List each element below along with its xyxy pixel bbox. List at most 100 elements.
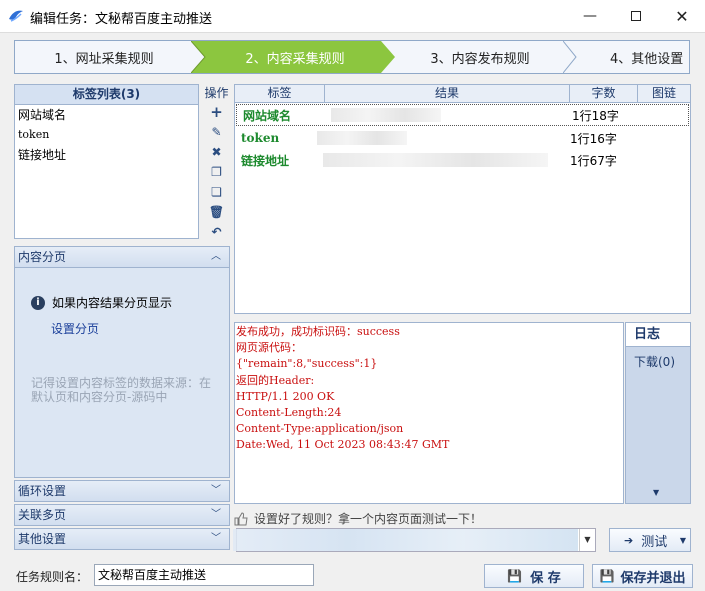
window-title: 编辑任务：文秘帮百度主动推送 [30, 12, 213, 27]
chevron-down-icon[interactable]: ▼ [579, 529, 595, 551]
row-count: 1行16字 [570, 131, 617, 146]
table-row[interactable]: 链接地址 1行67字 [235, 149, 690, 171]
test-button-label: 测试 [641, 534, 668, 550]
log-line: {"remain":8,"success":1} [236, 357, 378, 371]
tab-step-4[interactable]: 4、其他设置 [578, 41, 689, 73]
section-multi-page[interactable]: 关联多页 ﹀ [14, 504, 230, 526]
row-tag: 网站域名 [243, 108, 292, 123]
delete-tag-button[interactable]: ✖ [203, 142, 230, 162]
tab-log[interactable]: 日志 [626, 323, 690, 347]
add-tag-button[interactable]: + [203, 102, 230, 122]
table-row[interactable]: token 1行16字 [235, 127, 690, 149]
title-bar: 编辑任务：文秘帮百度主动推送 — ✕ [0, 0, 705, 32]
save-icon: 💾 [507, 569, 523, 583]
row-count: 1行67字 [570, 153, 617, 168]
operations-toolbar: 操作 + ✎ ✖ ❐ ❏ 🗑 ↶ [203, 84, 230, 239]
save-icon: 💾 [599, 569, 615, 583]
paste-icon: ❏ [211, 185, 222, 199]
step-separator-icon [563, 41, 577, 73]
tab-step-3[interactable]: 3、内容发布规则 [396, 41, 564, 73]
pencil-icon: ✎ [211, 125, 222, 139]
section-pagination-label: 内容分页 [18, 250, 67, 264]
test-tip-text: 设置好了规则？拿一个内容页面测试一下！ [254, 512, 483, 526]
download-list-item[interactable]: 下载(0) [626, 353, 690, 370]
pagination-hint: 记得设置内容标签的数据来源：在默认页和内容分页-源码中 [31, 376, 212, 404]
task-name-label: 任务规则名： [16, 570, 89, 584]
test-url-redacted [233, 529, 578, 551]
tag-item[interactable]: 链接地址 [15, 145, 198, 165]
paste-tag-button[interactable]: ❏ [203, 182, 230, 202]
row-tag: 链接地址 [241, 153, 290, 168]
row-result-redacted [323, 151, 570, 169]
set-pagination-link[interactable]: 设置分页 [51, 320, 99, 337]
step-tabs: 1、网址采集规则 2、内容采集规则 3、内容发布规则 4、其他设置 [14, 40, 690, 74]
chevron-up-icon: ︿ [211, 251, 221, 262]
section-other-label: 其他设置 [18, 532, 67, 546]
save-button[interactable]: 💾 保 存 [484, 564, 584, 588]
section-loop[interactable]: 循环设置 ﹀ [14, 480, 230, 502]
test-button[interactable]: ➔ 测试 ▼ [609, 528, 691, 552]
edit-tag-button[interactable]: ✎ [203, 122, 230, 142]
test-tip: 设置好了规则？拿一个内容页面测试一下！ [234, 510, 482, 527]
log-output: 发布成功，成功标识码：success 网页源代码： {"remain":8,"s… [234, 322, 624, 504]
minimize-icon: — [583, 8, 597, 24]
save-exit-button-label: 保存并退出 [620, 570, 686, 586]
task-name-input[interactable]: 文秘帮百度主动推送 [94, 564, 314, 586]
log-line: 发布成功，成功标识码：success [236, 325, 400, 338]
dropdown-arrow-icon: ▼ [679, 535, 686, 545]
save-button-label: 保 存 [530, 570, 561, 586]
result-grid: 标签 结果 字数 图链 网站域名 1行18字 token 1行16字 链接地址 … [234, 84, 691, 314]
save-exit-button[interactable]: 💾 保存并退出 [592, 564, 693, 588]
log-line: 网页源代码： [236, 341, 302, 355]
grid-header-result: 结果 [325, 85, 570, 102]
section-other[interactable]: 其他设置 ﹀ [14, 528, 230, 550]
grid-header: 标签 结果 字数 图链 [235, 85, 690, 103]
tab-step-1[interactable]: 1、网址采集规则 [15, 41, 193, 73]
log-line: HTTP/1.1 200 OK [236, 389, 335, 403]
table-row[interactable]: 网站域名 1行18字 [236, 104, 689, 126]
row-tag: token [241, 131, 280, 145]
x-icon: ✖ [211, 145, 222, 159]
ops-label: 操作 [204, 86, 229, 100]
info-icon: i [31, 295, 45, 310]
trash-icon: 🗑 [208, 205, 225, 219]
log-line: Date:Wed, 11 Oct 2023 08:43:47 GMT [236, 438, 450, 452]
chevron-down-icon: ﹀ [211, 485, 221, 496]
undo-button[interactable]: ↶ [203, 222, 230, 242]
close-icon: ✕ [675, 6, 689, 26]
clear-tags-button[interactable]: 🗑 [203, 202, 230, 222]
row-count: 1行18字 [572, 108, 619, 123]
grid-header-count: 字数 [570, 85, 638, 102]
chevron-down-icon: ﹀ [211, 509, 221, 520]
row-result-redacted [327, 106, 572, 124]
close-button[interactable]: ✕ [659, 0, 705, 32]
minimize-button[interactable]: — [567, 0, 613, 32]
tag-item[interactable]: token [15, 125, 198, 145]
section-multi-page-label: 关联多页 [18, 508, 67, 522]
tag-list-panel: 标签列表(3) 网站域名 token 链接地址 [14, 84, 199, 239]
tag-list-header: 标签列表(3) [15, 85, 198, 105]
maximize-icon [631, 11, 641, 21]
pagination-info: i 如果内容结果分页显示 [31, 294, 172, 311]
maximize-button[interactable] [613, 0, 659, 32]
copy-tag-button[interactable]: ❐ [203, 162, 230, 182]
enter-icon: ➔ [624, 533, 634, 547]
log-line: Content-Type:application/json [236, 422, 404, 436]
log-sidebar: 日志 下载(0) ▼ [625, 322, 691, 504]
pagination-body: i 如果内容结果分页显示 设置分页 记得设置内容标签的数据来源：在默认页和内容分… [14, 268, 230, 478]
chevron-down-icon: ﹀ [211, 533, 221, 544]
plus-icon: + [210, 103, 223, 121]
tab-step-2[interactable]: 2、内容采集规则 [205, 41, 385, 73]
scroll-down-icon[interactable]: ▼ [653, 488, 659, 497]
grid-header-tag: 标签 [235, 85, 325, 102]
grid-header-image: 图链 [651, 86, 676, 100]
thumbs-up-icon [234, 511, 248, 525]
log-line: Content-Length:24 [236, 406, 342, 420]
log-line: 返回的Header: [236, 373, 315, 387]
pagination-info-text: 如果内容结果分页显示 [52, 296, 173, 310]
section-pagination[interactable]: 内容分页 ︿ [14, 246, 230, 268]
undo-icon: ↶ [211, 225, 222, 239]
tag-item[interactable]: 网站域名 [15, 105, 198, 125]
copy-icon: ❐ [211, 165, 222, 179]
test-url-combobox[interactable]: ▼ [233, 528, 596, 552]
